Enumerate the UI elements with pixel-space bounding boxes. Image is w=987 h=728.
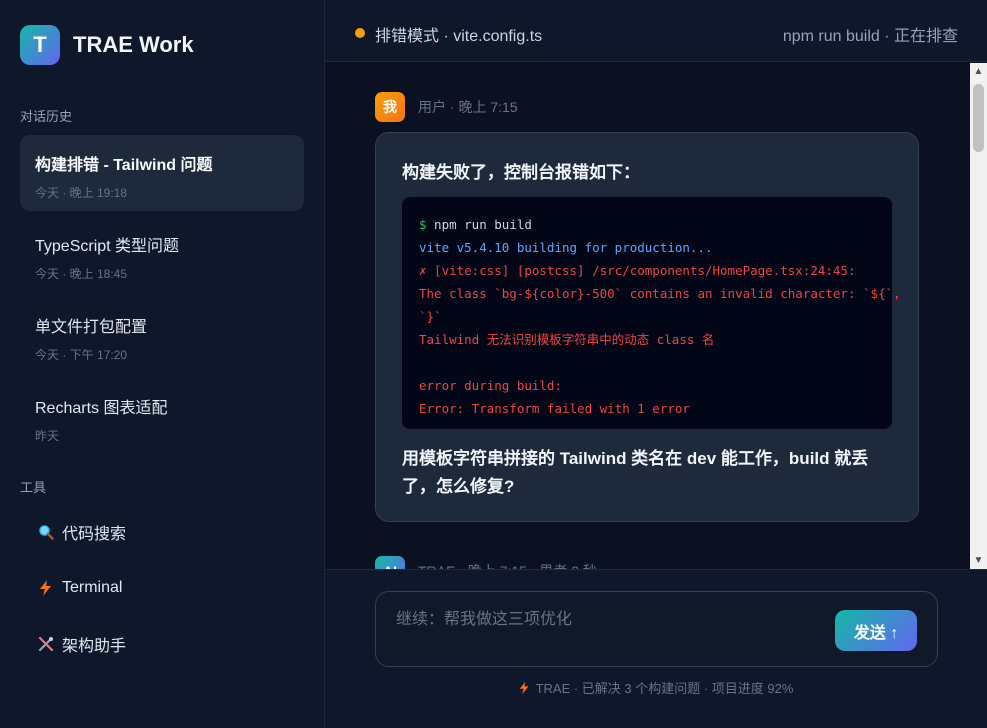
tool-architecture-assistant[interactable]: 架构助手 bbox=[20, 622, 304, 666]
history-item-time: 今天 · 晚上 18:45 bbox=[35, 267, 128, 281]
build-status: npm run build · 正在排查 bbox=[782, 28, 958, 45]
project-status-text: TRAE · 已解决 3 个构建问题 · 项目进度 92% bbox=[535, 681, 794, 696]
history-item-time: 今天 · 下午 17:20 bbox=[35, 348, 128, 362]
user-message-bubble: 构建失败了，控制台报错如下： $ npm run build vite v5.4… bbox=[375, 132, 919, 522]
brand: T TRAE Work bbox=[20, 25, 194, 65]
history-item-title: 构建排错 - Tailwind 问题 bbox=[35, 157, 213, 174]
error-log-code-block: $ npm run build vite v5.4.10 building fo… bbox=[402, 197, 901, 429]
user-message-meta: 用户 · 晚上 7:15 bbox=[418, 99, 518, 115]
tools-section-label: 工具 bbox=[20, 480, 47, 495]
user-message-header: 我 用户 · 晚上 7:15 bbox=[375, 92, 518, 122]
scrollbar-thumb[interactable] bbox=[973, 84, 984, 152]
sidebar: T TRAE Work 对话历史 构建排错 - Tailwind 问题 今天 ·… bbox=[0, 0, 325, 728]
code-line: ✗ [vite:css] [postcss] /src/components/H… bbox=[419, 263, 856, 278]
code-line: `}` bbox=[419, 309, 442, 324]
project-status-bar: TRAE · 已解决 3 个构建问题 · 项目进度 92% bbox=[325, 678, 987, 697]
history-item-time: 昨天 bbox=[35, 429, 60, 443]
tool-label: 架构助手 bbox=[62, 638, 127, 655]
code-line: Error: Transform failed with 1 error bbox=[419, 401, 690, 416]
brand-logo: T bbox=[20, 25, 60, 65]
composer-box: 发送 ↑ bbox=[375, 591, 938, 667]
history-item-recharts[interactable]: Recharts 图表适配 昨天 bbox=[20, 378, 304, 454]
lightning-icon bbox=[37, 579, 55, 597]
magnifier-icon bbox=[37, 523, 55, 541]
chat-scrollbar[interactable]: ▲ ▼ bbox=[970, 63, 987, 569]
code-line: The class `bg-${color}-500` contains an … bbox=[419, 286, 901, 301]
user-avatar: 我 bbox=[375, 92, 405, 122]
history-item-build-debug[interactable]: 构建排错 - Tailwind 问题 今天 · 晚上 19:18 bbox=[20, 135, 304, 211]
history-item-typescript[interactable]: TypeScript 类型问题 今天 · 晚上 18:45 bbox=[20, 216, 304, 292]
message-input[interactable] bbox=[396, 608, 816, 632]
code-line: error during build: bbox=[419, 378, 562, 393]
tool-label: Terminal bbox=[62, 579, 123, 596]
tools-icon bbox=[37, 635, 55, 653]
scroll-up-arrow-icon[interactable]: ▲ bbox=[970, 63, 987, 80]
status-dot bbox=[355, 28, 365, 38]
brand-name: TRAE Work bbox=[73, 32, 194, 57]
lightning-icon bbox=[519, 681, 530, 695]
code-line: $ npm run build bbox=[419, 213, 875, 236]
history-item-title: Recharts 图表适配 bbox=[35, 400, 168, 417]
code-line: Tailwind 无法识别模板字符串中的动态 class 名 bbox=[419, 332, 715, 347]
send-button[interactable]: 发送 ↑ bbox=[835, 610, 917, 651]
history-item-time: 今天 · 晚上 19:18 bbox=[35, 186, 128, 200]
ai-message-header: AI TRAE · 晚上 7:15 · 思考 3 秒 bbox=[375, 556, 597, 569]
history-item-bundle-config[interactable]: 单文件打包配置 今天 · 下午 17:20 bbox=[20, 297, 304, 373]
shell-prompt: $ bbox=[419, 217, 427, 232]
history-section-label: 对话历史 bbox=[20, 109, 73, 124]
message-question: 用模板字符串拼接的 Tailwind 类名在 dev 能工作，build 就丢了… bbox=[402, 449, 869, 496]
topbar: 排错模式 · vite.config.ts npm run build · 正在… bbox=[325, 0, 987, 62]
scroll-down-arrow-icon[interactable]: ▼ bbox=[970, 552, 987, 569]
code-line: vite v5.4.10 building for production... bbox=[419, 240, 713, 255]
chat-area[interactable]: 我 用户 · 晚上 7:15 构建失败了，控制台报错如下： $ npm run … bbox=[325, 63, 970, 569]
ai-avatar: AI bbox=[375, 556, 405, 569]
composer-footer: 发送 ↑ TRAE · 已解决 3 个构建问题 · 项目进度 92% bbox=[325, 569, 987, 728]
history-item-title: TypeScript 类型问题 bbox=[35, 238, 180, 255]
tool-code-search[interactable]: 代码搜索 bbox=[20, 510, 304, 554]
message-intro: 构建失败了，控制台报错如下： bbox=[402, 163, 640, 182]
history-item-title: 单文件打包配置 bbox=[35, 319, 148, 336]
shell-command: npm run build bbox=[426, 217, 532, 232]
tool-terminal[interactable]: Terminal bbox=[20, 566, 304, 610]
mode-title: 排错模式 · vite.config.ts bbox=[375, 28, 543, 45]
ai-message-meta: TRAE · 晚上 7:15 · 思考 3 秒 bbox=[418, 561, 597, 569]
main-panel: 排错模式 · vite.config.ts npm run build · 正在… bbox=[325, 0, 987, 728]
tool-label: 代码搜索 bbox=[62, 526, 127, 543]
